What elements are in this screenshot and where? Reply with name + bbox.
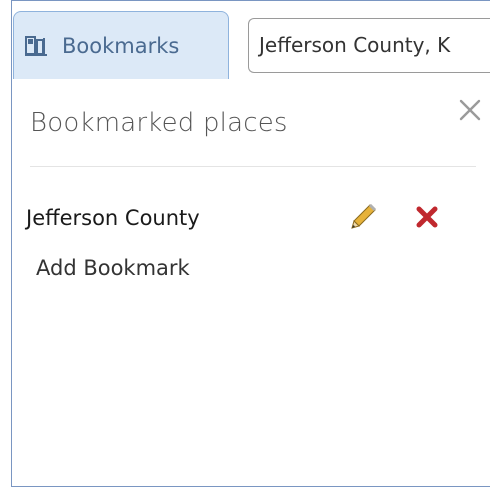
app-frame: Bookmarks Jefferson County, K Bookmarked…: [0, 0, 490, 490]
bookmark-name[interactable]: Jefferson County: [26, 206, 446, 230]
close-icon[interactable]: [456, 96, 484, 124]
bookmarks-tab[interactable]: Bookmarks: [13, 11, 229, 79]
panel-title: Bookmarked places: [30, 108, 288, 138]
toolbar: Bookmarks Jefferson County, K: [12, 1, 490, 91]
add-bookmark-button[interactable]: Add Bookmark: [36, 256, 190, 280]
bookmarks-panel: Bookmarked places Jefferson County Add B: [12, 90, 490, 486]
x-icon[interactable]: [414, 204, 440, 230]
title-divider: [30, 166, 476, 167]
bookmarks-tab-label: Bookmarks: [62, 33, 180, 58]
pencil-icon[interactable]: [348, 202, 378, 232]
list-item: Jefferson County: [26, 198, 446, 238]
bookmark-book-icon: [24, 34, 50, 58]
search-input[interactable]: Jefferson County, K: [248, 18, 490, 73]
